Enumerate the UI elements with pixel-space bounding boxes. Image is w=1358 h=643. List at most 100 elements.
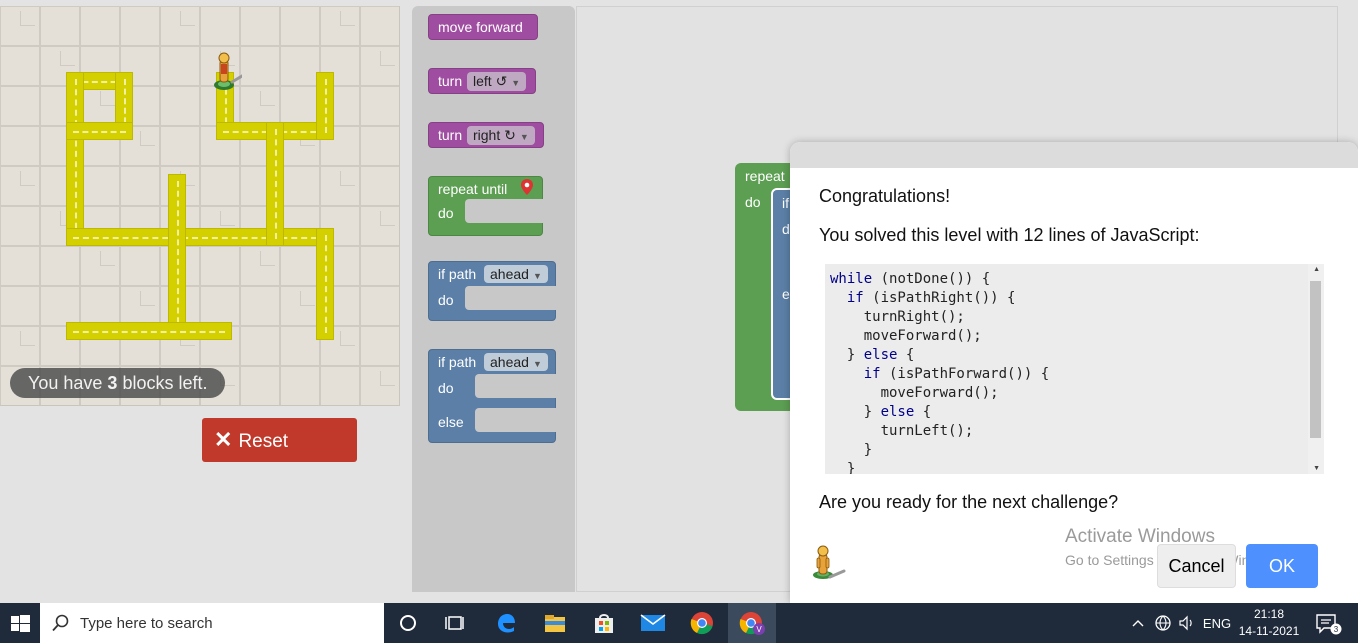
scroll-down-icon[interactable]: ▼ xyxy=(1313,465,1320,472)
do-label: do xyxy=(438,292,454,308)
maze-wall-tile xyxy=(160,6,200,46)
maze-wall-tile xyxy=(360,6,399,46)
maze-wall-tile xyxy=(40,246,80,286)
mail-icon[interactable] xyxy=(629,603,677,643)
else-label: else xyxy=(438,414,464,430)
chrome-profile-icon[interactable]: V xyxy=(728,603,776,643)
maze-path-segment xyxy=(66,322,232,340)
code-line: moveForward(); xyxy=(830,328,982,344)
reset-label: Reset xyxy=(238,431,289,452)
code-scrollbar[interactable]: ▲ ▼ xyxy=(1308,264,1324,474)
maze-path-segment xyxy=(316,228,334,340)
chrome-icon[interactable] xyxy=(678,603,726,643)
code-line: } else { xyxy=(830,347,915,363)
else-slot xyxy=(475,408,557,432)
maze-wall-tile xyxy=(0,246,40,286)
next-challenge-question: Are you ready for the next challenge? xyxy=(819,492,1119,512)
search-icon xyxy=(52,614,70,636)
maze-wall-tile xyxy=(0,126,40,166)
else-label: e xyxy=(782,286,790,302)
blocks-left-count: 3 xyxy=(107,373,118,393)
maze-wall-tile xyxy=(120,166,160,206)
edge-icon[interactable] xyxy=(482,603,530,643)
reset-button[interactable]: ✕ Reset xyxy=(202,418,357,462)
windows-taskbar: Type here to search V ENG 21:18 14-11-20… xyxy=(0,603,1358,643)
repeat-until-block[interactable]: repeat until do xyxy=(428,176,544,236)
maze-wall-tile xyxy=(360,206,399,246)
path-direction-dropdown[interactable]: ahead ▼ xyxy=(484,265,548,283)
move-forward-block[interactable]: move forward xyxy=(428,14,538,40)
clock-time: 21:18 xyxy=(1253,607,1285,621)
maze-wall-tile xyxy=(280,86,320,126)
code-listing: while (notDone()) { if (isPathRight()) {… xyxy=(830,270,1049,474)
turn-direction-dropdown[interactable]: right ↻ ▼ xyxy=(467,126,535,145)
turn-right-option: right ↻ xyxy=(473,127,516,143)
code-line: turnLeft(); xyxy=(830,423,974,439)
ok-button[interactable]: OK xyxy=(1246,544,1318,588)
maze-wall-tile xyxy=(0,166,40,206)
do-label: d xyxy=(782,221,790,237)
maze-path-segment xyxy=(66,228,334,246)
maze-wall-tile xyxy=(0,46,40,86)
chevron-down-icon: ▼ xyxy=(519,132,529,142)
maze-wall-tile xyxy=(280,366,320,405)
taskbar-search-input[interactable]: Type here to search xyxy=(40,603,384,643)
turn-direction-dropdown[interactable]: left ↺ ▼ xyxy=(467,72,527,91)
code-line: while (notDone()) { xyxy=(830,271,991,287)
language-indicator[interactable]: ENG xyxy=(1200,603,1234,643)
block-toolbox: move forward turn left ↺ ▼ turn right ↻ ▼ … xyxy=(412,6,575,592)
if-label: if xyxy=(782,195,789,211)
chevron-down-icon: ▼ xyxy=(511,78,521,88)
scroll-up-icon[interactable]: ▲ xyxy=(1313,266,1320,273)
maze-wall-tile xyxy=(0,86,40,126)
maze-wall-tile xyxy=(0,326,40,366)
taskbar-clock[interactable]: 21:18 14-11-2021 xyxy=(1232,606,1306,640)
statement-slot xyxy=(465,286,557,310)
notification-count: 3 xyxy=(1334,625,1339,634)
path-direction-dropdown[interactable]: ahead ▼ xyxy=(484,353,548,371)
maze-path-segment xyxy=(66,122,133,140)
pegman-icon xyxy=(212,52,244,92)
cancel-button[interactable]: Cancel xyxy=(1157,544,1236,588)
notifications-icon[interactable]: 3 xyxy=(1310,603,1346,643)
start-button[interactable] xyxy=(0,603,40,643)
maze-wall-tile xyxy=(160,126,200,166)
maze-wall-tile xyxy=(200,6,240,46)
turn-right-block[interactable]: turn right ↻ ▼ xyxy=(428,122,544,148)
svg-text:V: V xyxy=(756,625,762,634)
cortana-icon[interactable] xyxy=(384,603,432,643)
if-path-label: if path xyxy=(438,354,477,370)
if-path-block[interactable]: if path ahead ▼ do xyxy=(428,261,557,321)
turn-left-block[interactable]: turn left ↺ ▼ xyxy=(428,68,536,94)
maze-wall-tile xyxy=(360,286,399,326)
blocks-left-indicator: You have 3 blocks left. xyxy=(10,368,226,398)
maze-wall-tile xyxy=(0,286,40,326)
volume-icon[interactable] xyxy=(1176,603,1198,643)
maze-wall-tile xyxy=(80,286,120,326)
maze-wall-tile xyxy=(360,126,399,166)
maze-wall-tile xyxy=(80,166,120,206)
blocks-left-suffix: blocks left. xyxy=(117,373,208,393)
pegman-icon xyxy=(808,544,848,584)
maze-wall-tile xyxy=(200,166,240,206)
repeat-label: repeat xyxy=(745,168,785,184)
blocks-left-prefix: You have xyxy=(28,373,108,393)
maze-wall-tile xyxy=(280,326,320,366)
maze-wall-tile xyxy=(160,46,200,86)
maze-wall-tile xyxy=(0,6,40,46)
do-label: do xyxy=(438,205,454,221)
maze-wall-tile xyxy=(40,286,80,326)
maze-wall-tile xyxy=(240,286,280,326)
code-line: } else { xyxy=(830,404,932,420)
task-view-icon[interactable] xyxy=(432,603,480,643)
if-else-path-block[interactable]: if path ahead ▼ do else xyxy=(428,349,557,443)
code-viewer[interactable]: while (notDone()) { if (isPathRight()) {… xyxy=(825,264,1324,474)
maze-wall-tile xyxy=(280,246,320,286)
show-hidden-icons-chevron-icon[interactable] xyxy=(1128,603,1148,643)
file-explorer-icon[interactable] xyxy=(531,603,579,643)
maze-wall-tile xyxy=(280,166,320,206)
scrollbar-thumb[interactable] xyxy=(1310,281,1321,438)
store-icon[interactable] xyxy=(580,603,628,643)
maze-wall-tile xyxy=(120,286,160,326)
network-icon[interactable] xyxy=(1152,603,1174,643)
